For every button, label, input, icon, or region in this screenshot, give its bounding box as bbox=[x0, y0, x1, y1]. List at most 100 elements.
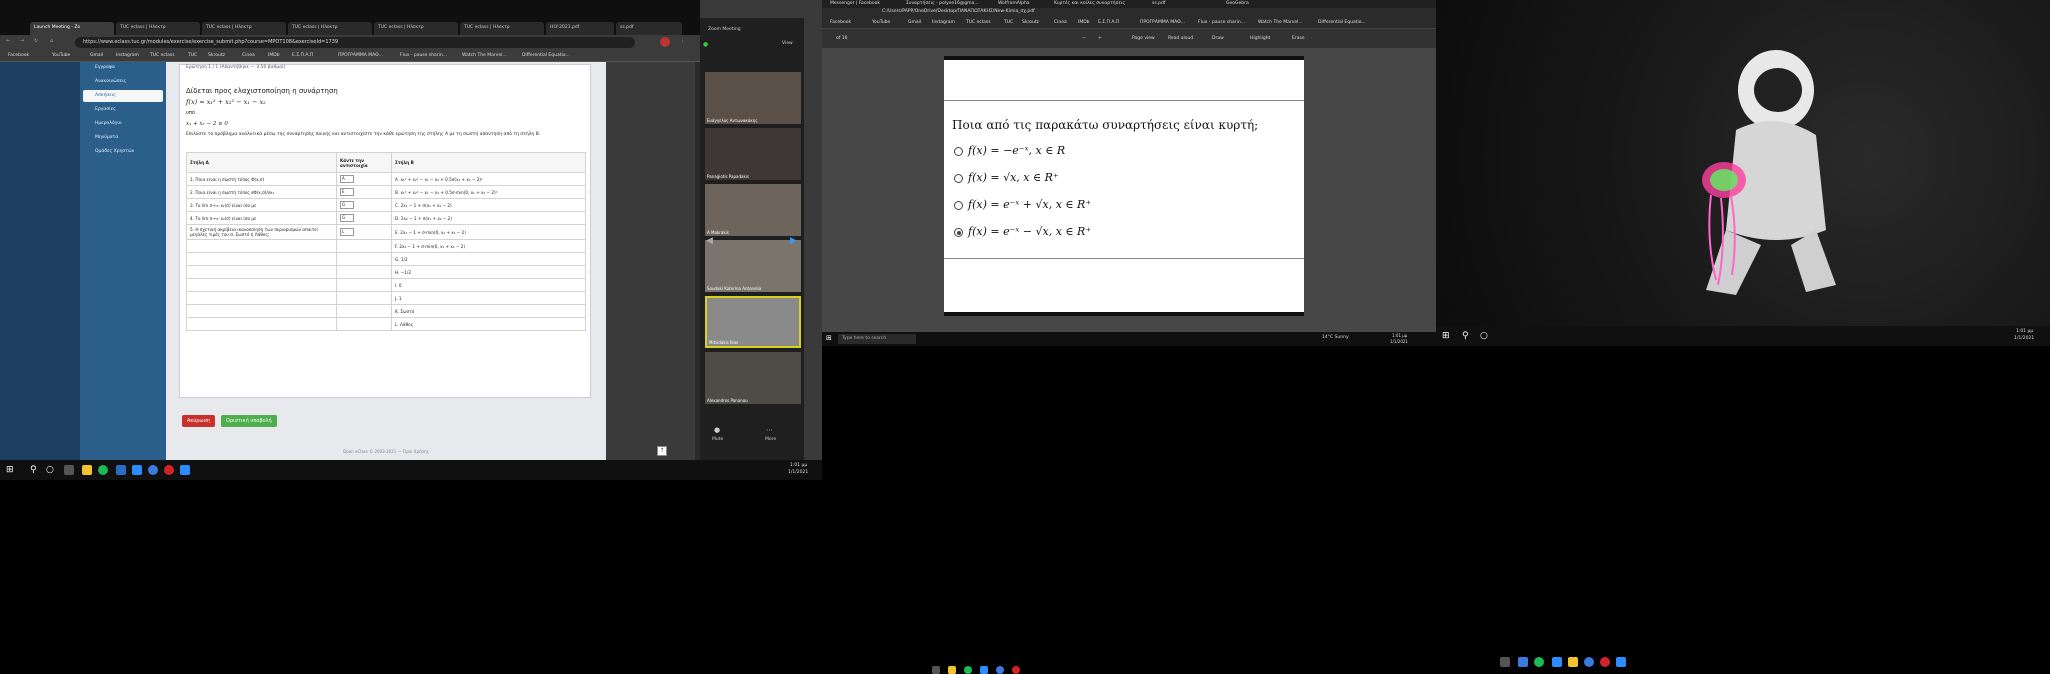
browser-tab[interactable]: GeoGebra bbox=[1226, 1, 1249, 6]
bookmark-item[interactable]: IMDb bbox=[1078, 20, 1090, 25]
scroll-top-icon[interactable]: ↑ bbox=[657, 446, 667, 456]
browser-tab[interactable]: TUC eclass | Ηλεκτρ bbox=[374, 22, 458, 35]
match-select[interactable]: L bbox=[340, 228, 354, 236]
browser-tab[interactable]: HLY-2021.pdf bbox=[546, 22, 614, 35]
bookmark-item[interactable]: E.Σ.Π.Α.Π bbox=[1098, 20, 1119, 25]
sidebar-item-documents[interactable]: Εγγραφα bbox=[83, 62, 163, 74]
reload-icon[interactable]: ↻ bbox=[34, 38, 38, 44]
sidebar-item-assignments[interactable]: Εργασίες bbox=[83, 104, 163, 116]
opera-icon[interactable] bbox=[1600, 657, 1610, 667]
view-button[interactable]: View bbox=[782, 41, 793, 46]
bookmark-item[interactable]: Cinea bbox=[242, 53, 255, 58]
erase-button[interactable]: Erase bbox=[1292, 36, 1305, 41]
avatar[interactable] bbox=[660, 37, 670, 47]
microphone-icon[interactable]: ● bbox=[714, 426, 720, 434]
bookmark-item[interactable]: E.Σ.Π.Α.Π bbox=[292, 53, 313, 58]
bookmark-item[interactable]: TUC eclass bbox=[150, 53, 175, 58]
browser-tab[interactable]: Κυρτές και κοίλες συναρτήσεις bbox=[1054, 1, 1125, 6]
participant-video[interactable]: Panagiotis Papadakis bbox=[705, 128, 801, 180]
read-aloud-button[interactable]: Read aloud bbox=[1168, 36, 1193, 41]
zoom-icon[interactable] bbox=[1552, 657, 1562, 667]
chrome-icon[interactable] bbox=[148, 465, 158, 475]
participant-video-active[interactable]: Mitsidakis Ilias bbox=[705, 296, 801, 348]
browser-tab[interactable]: TUC eclass | Ηλεκτρ bbox=[202, 22, 286, 35]
sidebar-item-exercises[interactable]: Ασκήσεις bbox=[83, 90, 163, 102]
browser-tab[interactable]: Messenger | Facebook bbox=[830, 1, 880, 6]
submit-button[interactable]: Οριστική υποβολή bbox=[221, 415, 277, 427]
bookmark-item[interactable]: Watch The Marvel... bbox=[462, 53, 507, 58]
bookmark-item[interactable]: IMDb bbox=[268, 53, 280, 58]
bookmark-item[interactable]: Cinea bbox=[1054, 20, 1067, 25]
bookmark-item[interactable]: Flux - pause sharin... bbox=[1198, 20, 1245, 25]
spotify-icon[interactable] bbox=[964, 666, 972, 674]
cortana-icon[interactable]: ○ bbox=[46, 465, 54, 475]
draw-button[interactable]: Draw bbox=[1212, 36, 1224, 41]
zoom-meeting-icon[interactable] bbox=[1616, 657, 1626, 667]
browser-tab[interactable]: TUC eclass | Ηλεκτρ bbox=[116, 22, 200, 35]
zoom-out-icon[interactable]: − bbox=[1082, 36, 1086, 41]
cortana-icon[interactable]: ○ bbox=[1480, 331, 1488, 341]
file-explorer-icon[interactable] bbox=[1568, 657, 1578, 667]
option-radio[interactable] bbox=[954, 147, 963, 156]
taskview-icon[interactable] bbox=[1500, 657, 1510, 667]
sidebar-item-groups[interactable]: Ομάδες Χρηστών bbox=[83, 146, 163, 158]
option-radio[interactable] bbox=[954, 201, 963, 210]
page-view-button[interactable]: Page view bbox=[1132, 36, 1155, 41]
participant-video[interactable]: Soudaki Katerina Antonelia bbox=[705, 240, 801, 292]
highlight-button[interactable]: Highlight bbox=[1250, 36, 1270, 41]
bookmark-item[interactable]: YouTube bbox=[872, 20, 890, 25]
taskview-icon[interactable] bbox=[64, 465, 74, 475]
bookmark-item[interactable]: YouTube bbox=[52, 53, 70, 58]
zoom-icon[interactable] bbox=[980, 666, 988, 674]
bookmark-item[interactable]: Gmail bbox=[90, 53, 103, 58]
sidebar-item-calendar[interactable]: Ημερολόγιο bbox=[83, 118, 163, 130]
bookmark-item[interactable]: Facebook bbox=[830, 20, 851, 25]
home-icon[interactable]: ⌂ bbox=[50, 38, 53, 44]
bookmark-item[interactable]: Watch The Marvel... bbox=[1258, 20, 1303, 25]
office-icon[interactable] bbox=[1518, 657, 1528, 667]
start-icon[interactable]: ⊞ bbox=[826, 334, 832, 342]
match-select[interactable]: A bbox=[340, 175, 354, 183]
search-icon[interactable]: ⚲ bbox=[30, 465, 37, 475]
bookmark-item[interactable]: Skroutz bbox=[1022, 20, 1039, 25]
bookmark-item[interactable]: Differential Equatio... bbox=[1318, 20, 1366, 25]
browser-tab[interactable]: WolframAlpha bbox=[998, 1, 1030, 6]
browser-tab[interactable]: ss.pdf bbox=[616, 22, 682, 35]
participant-video[interactable]: Ευάγγελος Αντωνακάκης bbox=[705, 72, 801, 124]
opera-icon[interactable] bbox=[164, 465, 174, 475]
menu-icon[interactable]: ⋮ bbox=[680, 38, 685, 44]
prev-page-icon[interactable]: ◀ bbox=[706, 236, 713, 246]
browser-tab[interactable]: TUC eclass | Ηλεκτρ bbox=[460, 22, 544, 35]
browser-tab[interactable]: TUC eclass | Ηλεκτρ bbox=[288, 22, 372, 35]
browser-tab[interactable]: Launch Meeting - Zo bbox=[30, 22, 114, 35]
office-icon[interactable] bbox=[116, 465, 126, 475]
option-radio-selected[interactable] bbox=[954, 228, 963, 237]
start-icon[interactable]: ⊞ bbox=[1442, 331, 1450, 341]
bookmark-item[interactable]: Facebook bbox=[8, 53, 29, 58]
bookmark-item[interactable]: Gmail bbox=[908, 20, 921, 25]
start-icon[interactable]: ⊞ bbox=[6, 465, 14, 475]
forward-icon[interactable]: → bbox=[20, 38, 24, 44]
zoom-in-icon[interactable]: + bbox=[1098, 36, 1102, 41]
match-select[interactable]: E bbox=[340, 188, 354, 196]
zoom-icon[interactable] bbox=[132, 465, 142, 475]
spotify-icon[interactable] bbox=[1534, 657, 1544, 667]
bookmark-item[interactable]: TUC bbox=[188, 53, 197, 58]
spotify-icon[interactable] bbox=[98, 465, 108, 475]
participant-video[interactable]: Alexandros Pananou bbox=[705, 352, 801, 404]
zoom-meeting-icon[interactable] bbox=[180, 465, 190, 475]
back-icon[interactable]: ← bbox=[6, 38, 10, 44]
file-explorer-icon[interactable] bbox=[82, 465, 92, 475]
cancel-button[interactable]: Ακύρωση bbox=[182, 415, 215, 427]
next-page-icon[interactable]: ▶ bbox=[790, 236, 797, 246]
chrome-icon[interactable] bbox=[996, 666, 1004, 674]
sidebar-item-announcements[interactable]: Ανακοινώσεις bbox=[83, 76, 163, 88]
more-button[interactable]: More bbox=[765, 437, 776, 442]
more-icon[interactable]: ⋯ bbox=[766, 426, 773, 434]
taskview-icon[interactable] bbox=[932, 666, 940, 674]
mute-button[interactable]: Mute bbox=[712, 437, 723, 442]
option-radio[interactable] bbox=[954, 174, 963, 183]
bookmark-item[interactable]: Instagram bbox=[116, 53, 139, 58]
match-select[interactable]: G bbox=[340, 201, 354, 209]
file-explorer-icon[interactable] bbox=[948, 666, 956, 674]
